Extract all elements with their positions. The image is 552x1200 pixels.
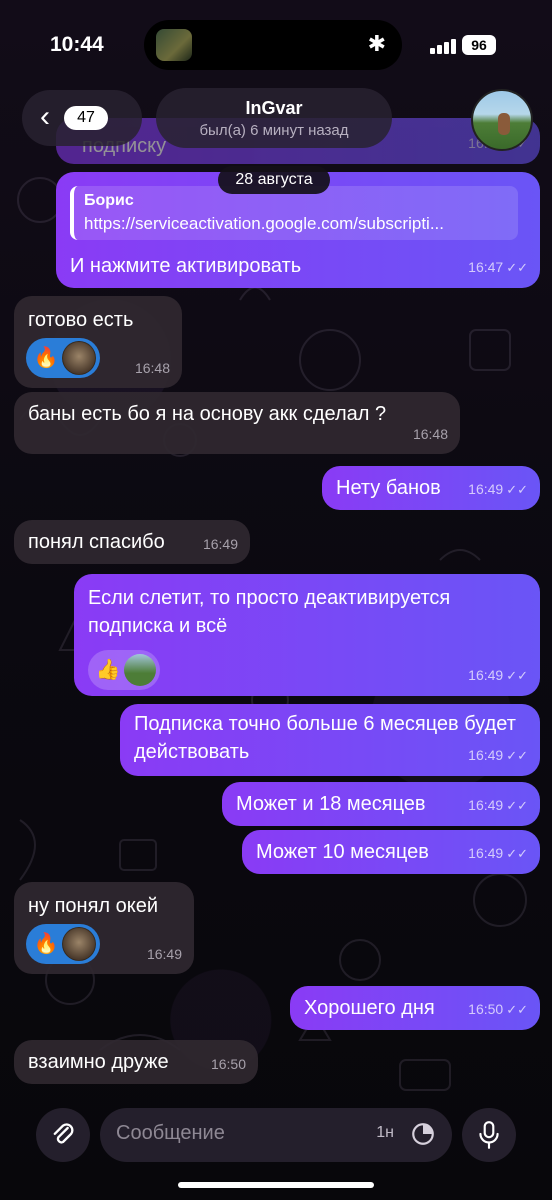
message-time: 16:50 bbox=[210, 1056, 246, 1072]
message-bubble[interactable]: понял спасибо 16:49 bbox=[14, 520, 250, 564]
chat-title[interactable]: InGvar был(а) 6 минут назад bbox=[156, 88, 392, 148]
message-bubble[interactable]: ну понял окей 🔥 16:49 bbox=[14, 882, 194, 974]
message-time: 16:49 ✓✓ bbox=[468, 797, 528, 813]
microphone-icon bbox=[479, 1121, 499, 1149]
fire-icon: 🔥 bbox=[33, 933, 59, 955]
reactor-avatar bbox=[62, 927, 96, 961]
attach-button[interactable] bbox=[36, 1108, 90, 1162]
message-placeholder: Сообщение bbox=[116, 1122, 225, 1144]
status-time: 10:44 bbox=[50, 33, 104, 56]
message-input[interactable]: Сообщение 1н bbox=[100, 1108, 452, 1162]
cellular-signal-icon bbox=[430, 38, 458, 54]
battery-indicator: 96 bbox=[462, 35, 496, 55]
message-composer: Сообщение 1н bbox=[0, 1100, 552, 1200]
message-time: 16:50 ✓✓ bbox=[468, 1001, 528, 1017]
double-check-icon: ✓✓ bbox=[506, 668, 528, 683]
double-check-icon: ✓✓ bbox=[506, 260, 528, 275]
now-playing-thumbnail bbox=[156, 29, 192, 61]
message-text: Может и 18 месяцев bbox=[236, 793, 426, 815]
message-bubble[interactable]: Может 10 месяцев 16:49 ✓✓ bbox=[242, 830, 540, 874]
message-text: Хорошего дня bbox=[304, 997, 435, 1019]
message-time: 16:49 ✓✓ bbox=[468, 481, 528, 497]
double-check-icon: ✓✓ bbox=[506, 748, 528, 763]
message-text: Нету банов bbox=[336, 477, 441, 499]
message-time: 16:49 bbox=[202, 536, 238, 552]
voice-record-button[interactable] bbox=[462, 1108, 516, 1162]
message-bubble[interactable]: готово есть 🔥 16:48 bbox=[14, 296, 182, 388]
message-bubble[interactable]: Если слетит, то просто деактивируется по… bbox=[74, 574, 540, 696]
message-text: ну понял окей bbox=[28, 895, 159, 917]
reactor-avatar bbox=[62, 341, 96, 375]
message-bubble[interactable]: Хорошего дня 16:50 ✓✓ bbox=[290, 986, 540, 1030]
fire-icon: 🔥 bbox=[33, 347, 59, 369]
double-check-icon: ✓✓ bbox=[506, 1002, 528, 1017]
message-text: Если слетит, то просто деактивируется по… bbox=[88, 587, 451, 637]
quote-link: https://serviceactivation.google.com/sub… bbox=[84, 214, 444, 233]
message-bubble[interactable]: Может и 18 месяцев 16:49 ✓✓ bbox=[222, 782, 540, 826]
last-seen-status: был(а) 6 минут назад bbox=[199, 122, 349, 139]
message-text: понял спасибо bbox=[28, 531, 165, 553]
message-time: 16:48 bbox=[412, 426, 448, 442]
unread-count-badge: 47 bbox=[64, 106, 108, 130]
timer-icon[interactable] bbox=[410, 1121, 436, 1147]
contact-avatar[interactable] bbox=[471, 89, 533, 151]
contact-name: InGvar bbox=[245, 98, 303, 118]
reaction-chip[interactable]: 👍 bbox=[88, 650, 160, 690]
message-text: взаимно друже bbox=[28, 1051, 169, 1073]
message-time: 16:49 ✓✓ bbox=[468, 667, 528, 683]
dynamic-island: ✱ bbox=[144, 20, 402, 70]
quoted-message[interactable]: Борис https://serviceactivation.google.c… bbox=[70, 186, 518, 240]
chevron-left-icon: ‹ bbox=[40, 100, 50, 133]
message-time: 16:49 bbox=[146, 946, 182, 962]
reaction-chip[interactable]: 🔥 bbox=[26, 338, 100, 378]
double-check-icon: ✓✓ bbox=[506, 482, 528, 497]
paperclip-icon bbox=[53, 1123, 74, 1144]
home-indicator bbox=[178, 1182, 374, 1188]
double-check-icon: ✓✓ bbox=[506, 798, 528, 813]
message-text: готово есть bbox=[28, 309, 134, 331]
thumbs-up-icon: 👍 bbox=[95, 659, 121, 681]
message-time: 16:48 bbox=[134, 360, 170, 376]
message-time: 16:47✓✓ bbox=[468, 259, 528, 275]
status-bar: 10:44 ✱ 96 bbox=[0, 0, 552, 90]
back-button[interactable]: ‹ 47 bbox=[22, 90, 142, 146]
reactor-avatar bbox=[124, 654, 156, 686]
message-time: 16:49 ✓✓ bbox=[468, 845, 528, 861]
message-text: Может 10 месяцев bbox=[256, 841, 429, 863]
auto-delete-timer[interactable]: 1н bbox=[376, 1124, 394, 1142]
message-bubble[interactable]: Подписка точно больше 6 месяцев будет де… bbox=[120, 704, 540, 776]
message-bubble[interactable]: баны есть бо я на основу акк сделал ? 16… bbox=[14, 392, 460, 454]
date-separator: 28 августа bbox=[218, 166, 330, 194]
message-text: И нажмите активировать bbox=[70, 255, 302, 277]
message-time: 16:49 ✓✓ bbox=[468, 747, 528, 763]
message-bubble[interactable]: Нету банов 16:49 ✓✓ bbox=[322, 466, 540, 510]
bluetooth-icon: ✱ bbox=[367, 31, 386, 56]
reaction-chip[interactable]: 🔥 bbox=[26, 924, 100, 964]
message-bubble[interactable]: взаимно друже 16:50 bbox=[14, 1040, 258, 1084]
message-text: баны есть бо я на основу акк сделал ? bbox=[28, 403, 387, 425]
double-check-icon: ✓✓ bbox=[506, 846, 528, 861]
